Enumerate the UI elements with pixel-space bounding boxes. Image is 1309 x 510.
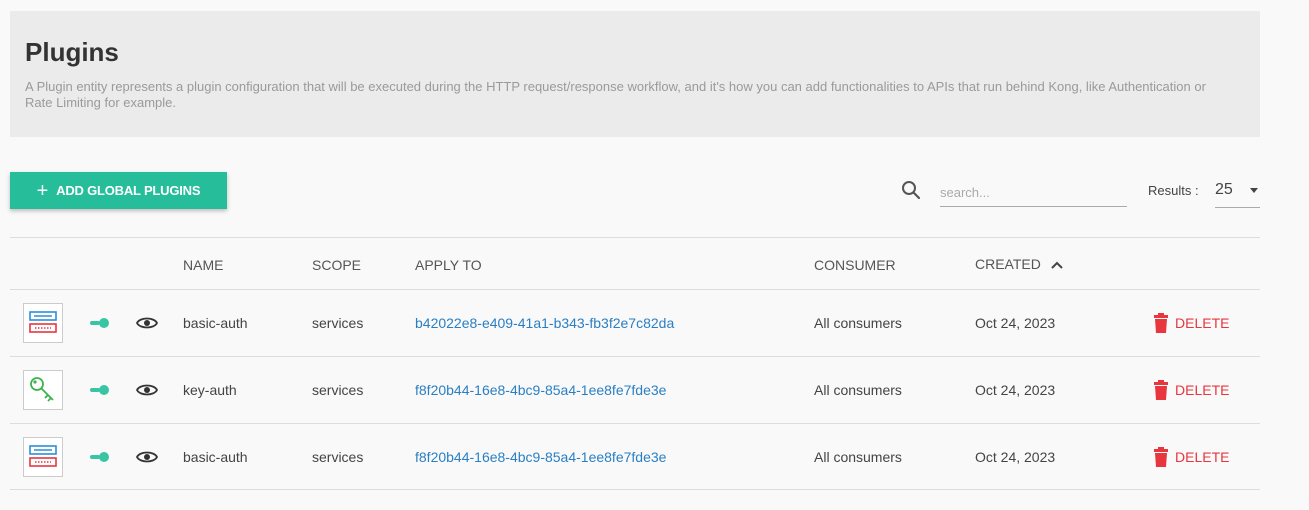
- caret-down-icon: [1250, 188, 1258, 193]
- trash-icon: [1154, 380, 1168, 400]
- plugin-name: basic-auth: [183, 315, 248, 331]
- trash-icon: [1154, 447, 1168, 467]
- search-input[interactable]: [940, 178, 1127, 207]
- delete-button[interactable]: DELETE: [1153, 447, 1229, 467]
- enabled-toggle[interactable]: [90, 318, 110, 328]
- enabled-toggle[interactable]: [90, 452, 110, 462]
- column-header-created-wrap[interactable]: CREATED: [975, 256, 1063, 272]
- plugin-consumer: All consumers: [814, 315, 902, 331]
- apply-to-link[interactable]: f8f20b44-16e8-4bc9-85a4-1ee8fe7fde3e: [415, 449, 666, 465]
- plugin-consumer: All consumers: [814, 449, 902, 465]
- page-header: Plugins A Plugin entity represents a plu…: [10, 11, 1260, 137]
- apply-to-link[interactable]: f8f20b44-16e8-4bc9-85a4-1ee8fe7fde3e: [415, 382, 666, 398]
- column-header-created: CREATED: [975, 256, 1041, 272]
- delete-label: DELETE: [1175, 315, 1230, 331]
- results-label: Results :: [1148, 183, 1199, 198]
- basic-auth-icon: [23, 437, 63, 477]
- plugin-name: key-auth: [183, 382, 237, 398]
- column-header-scope[interactable]: SCOPE: [312, 257, 361, 273]
- eye-icon[interactable]: [136, 314, 158, 332]
- delete-label: DELETE: [1175, 449, 1230, 465]
- toggle-knob: [99, 452, 109, 462]
- plugin-consumer: All consumers: [814, 382, 902, 398]
- eye-icon[interactable]: [136, 381, 158, 399]
- plugin-scope: services: [312, 382, 364, 398]
- add-global-plugins-button[interactable]: + ADD GLOBAL PLUGINS: [10, 172, 227, 209]
- results-per-page-select[interactable]: 25: [1215, 177, 1260, 208]
- plugin-scope: services: [312, 315, 364, 331]
- toggle-knob: [99, 318, 109, 328]
- plus-icon: +: [36, 179, 49, 202]
- apply-to-link[interactable]: b42022e8-e409-41a1-b343-fb3f2e7c82da: [415, 315, 674, 331]
- key-auth-icon: [23, 370, 63, 410]
- toggle-knob: [99, 385, 109, 395]
- column-header-name[interactable]: NAME: [183, 257, 223, 273]
- column-header-consumer[interactable]: CONSUMER: [814, 257, 896, 273]
- search-icon[interactable]: [901, 180, 921, 200]
- sort-ascending-icon: [1051, 261, 1063, 270]
- plugins-table: NAME SCOPE APPLY TO CONSUMER CREATED bas…: [10, 237, 1260, 490]
- page-title: Plugins: [25, 37, 119, 67]
- plugin-created: Oct 24, 2023: [975, 315, 1056, 331]
- delete-button[interactable]: DELETE: [1153, 380, 1229, 400]
- table-row[interactable]: basic-auth services f8f20b44-16e8-4bc9-8…: [10, 423, 1260, 490]
- table-header-row: NAME SCOPE APPLY TO CONSUMER CREATED: [10, 237, 1260, 289]
- add-global-plugins-label: ADD GLOBAL PLUGINS: [56, 183, 201, 198]
- page-description: A Plugin entity represents a plugin conf…: [25, 79, 1206, 110]
- enabled-toggle[interactable]: [90, 385, 110, 395]
- plugin-created: Oct 24, 2023: [975, 449, 1056, 465]
- results-per-page-value: 25: [1215, 181, 1233, 198]
- delete-button[interactable]: DELETE: [1153, 313, 1229, 333]
- delete-label: DELETE: [1175, 382, 1230, 398]
- plugin-created: Oct 24, 2023: [975, 382, 1056, 398]
- table-row[interactable]: basic-auth services b42022e8-e409-41a1-b…: [10, 289, 1260, 356]
- table-row[interactable]: key-auth services f8f20b44-16e8-4bc9-85a…: [10, 356, 1260, 423]
- column-header-apply-to[interactable]: APPLY TO: [415, 257, 482, 273]
- eye-icon[interactable]: [136, 448, 158, 466]
- plugin-scope: services: [312, 449, 364, 465]
- trash-icon: [1154, 313, 1168, 333]
- plugin-name: basic-auth: [183, 449, 248, 465]
- basic-auth-icon: [23, 303, 63, 343]
